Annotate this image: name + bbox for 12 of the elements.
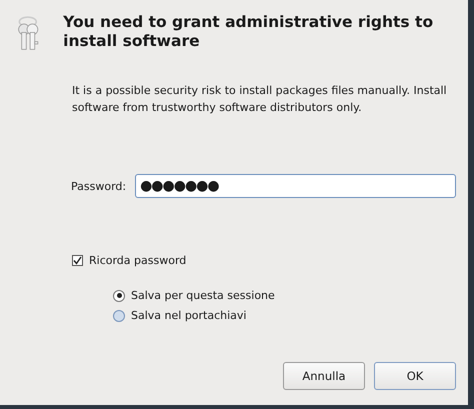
ok-button[interactable]: OK bbox=[374, 362, 456, 390]
dialog-title: You need to grant administrative rights to install software bbox=[63, 12, 434, 52]
warning-message: It is a possible security risk to install packages files manually. Install software from trustworthy software distributors only. bbox=[72, 83, 448, 116]
password-field[interactable]: ●●●●●●● bbox=[135, 174, 456, 198]
cancel-button[interactable]: Annulla bbox=[283, 362, 365, 390]
radio-button[interactable] bbox=[113, 290, 125, 302]
radio-label: Salva per questa sessione bbox=[131, 289, 275, 302]
remember-label: Ricorda password bbox=[89, 254, 186, 267]
remember-checkbox[interactable] bbox=[72, 255, 83, 266]
password-label: Password: bbox=[71, 180, 126, 192]
radio-button[interactable] bbox=[113, 310, 125, 322]
radio-label: Salva nel portachiavi bbox=[131, 309, 246, 322]
